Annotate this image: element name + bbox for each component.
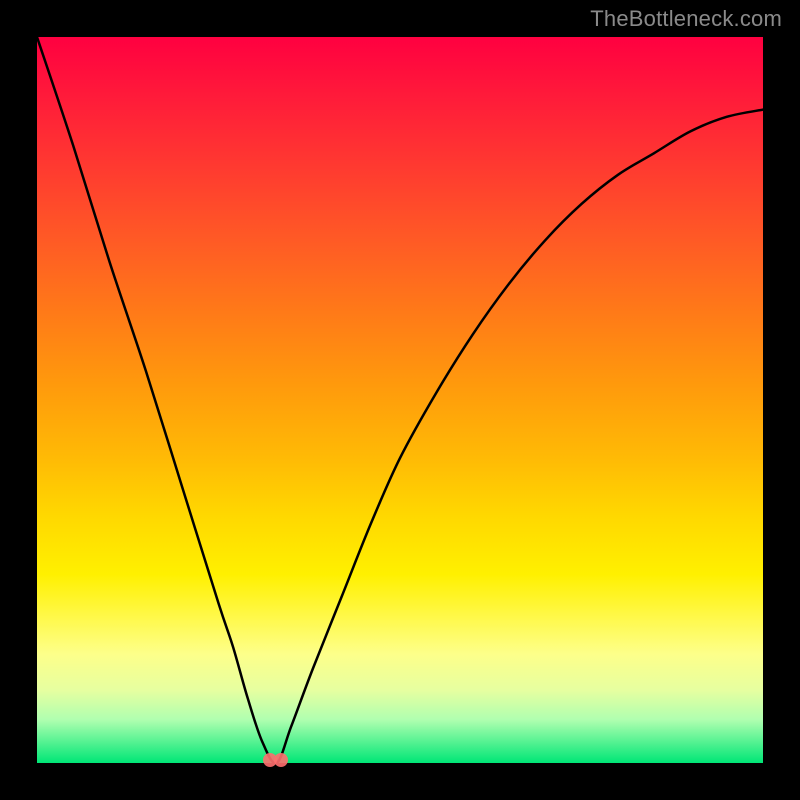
watermark-text: TheBottleneck.com (590, 6, 782, 32)
chart-stage: TheBottleneck.com (0, 0, 800, 800)
bottleneck-curve (37, 37, 763, 763)
min-marker-dot-2 (274, 753, 288, 767)
plot-area (37, 37, 763, 763)
curve-layer (37, 37, 763, 763)
